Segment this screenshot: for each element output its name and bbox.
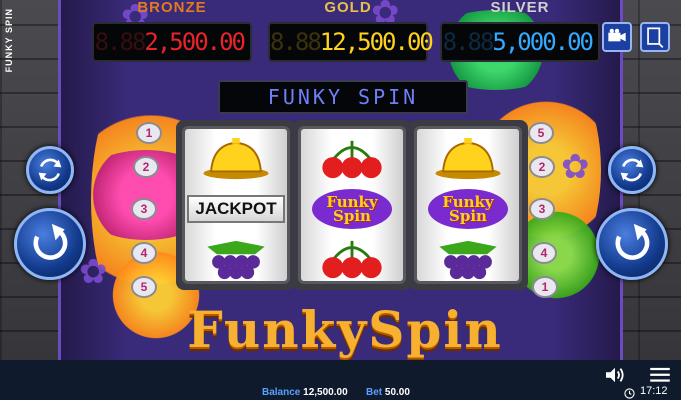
reel-2: Funky Spin <box>298 126 406 284</box>
video-camera-icon[interactable] <box>602 22 632 52</box>
spin-icon <box>615 223 650 260</box>
autoplay-button-right[interactable] <box>608 146 656 194</box>
ghost-digits: 8.88 <box>94 28 147 56</box>
payline-badge: 4 <box>531 242 557 264</box>
balance-value: 12,500.00 <box>303 387 348 398</box>
funky-spin-symbol: Funky Spin <box>417 183 519 235</box>
balance-display: Balance 12,500.00 <box>262 387 348 398</box>
balance-label: Balance <box>262 387 301 398</box>
payline-badge: 2 <box>133 156 159 178</box>
bell-symbol <box>417 133 519 185</box>
jackpot-label: GOLD <box>324 0 372 16</box>
title-display: FUNKY SPIN <box>218 80 468 114</box>
jackpot-display: 8.882,500.00 <box>92 22 252 62</box>
jackpot-silver: SILVER 8.885,000.00 <box>440 0 600 62</box>
jackpot-display: 8.8812,500.00 <box>268 22 434 62</box>
funky-spin-text: Funky Spin <box>428 189 508 229</box>
reel-1: JACKPOT <box>182 126 290 284</box>
ghost-digits: 8.88 <box>270 28 322 56</box>
bell-symbol <box>185 133 287 185</box>
bet-value: 50.00 <box>384 387 410 398</box>
spin-button-right[interactable] <box>596 208 668 280</box>
clock-icon <box>624 386 635 400</box>
payline-badge: 1 <box>532 276 558 298</box>
spin-button[interactable] <box>14 208 86 280</box>
settings-panel-icon[interactable] <box>640 22 670 52</box>
jackpot-value: 2,500.00 <box>144 28 246 56</box>
flower-icon: ✿ <box>561 148 590 186</box>
side-title: FUNKY SPIN <box>4 8 14 73</box>
jackpot-bronze: BRONZE 8.882,500.00 <box>92 0 252 62</box>
autoplay-icon <box>38 158 62 182</box>
payline-badge: 4 <box>131 242 157 264</box>
payline-badge: 2 <box>529 156 555 178</box>
grapes-symbol <box>185 233 287 281</box>
jackpot-label: BRONZE <box>137 0 207 16</box>
speaker-icon[interactable] <box>604 366 626 389</box>
autoplay-icon <box>620 158 644 182</box>
jackpot-text: JACKPOT <box>187 195 285 223</box>
flower-icon: ✿ <box>79 253 108 291</box>
payline-badge: 3 <box>529 198 555 220</box>
jackpot-value: 12,500.00 <box>319 28 434 56</box>
jackpot-label: SILVER <box>490 0 550 16</box>
reel-3: Funky Spin <box>414 126 522 284</box>
jackpot-gold: GOLD 8.8812,500.00 <box>268 0 434 62</box>
jackpot-display: 8.885,000.00 <box>440 22 600 62</box>
game-logo: FunkySpin <box>187 300 503 359</box>
funky-spin-text: Funky Spin <box>312 189 392 229</box>
game-stage: FUNKY SPIN ✿ ✿ ✿ ✿ BRONZE 8.882,500.00 G… <box>0 0 681 400</box>
payline-badge: 1 <box>136 122 162 144</box>
cherries-symbol <box>301 133 403 185</box>
payline-badge: 5 <box>131 276 157 298</box>
funky-spin-symbol: Funky Spin <box>301 183 403 235</box>
payline-badge: 3 <box>131 198 157 220</box>
ghost-digits: 8.88 <box>442 28 495 56</box>
clock-time: 17:12 <box>640 385 668 397</box>
cherries-symbol <box>301 233 403 281</box>
jackpot-symbol: JACKPOT <box>185 183 287 235</box>
autoplay-button[interactable] <box>26 146 74 194</box>
grapes-symbol <box>417 233 519 281</box>
bet-label: Bet <box>366 387 383 398</box>
bet-display: Bet 50.00 <box>366 387 410 398</box>
payline-badge: 5 <box>528 122 554 144</box>
spin-icon <box>33 223 68 260</box>
jackpot-value: 5,000.00 <box>492 28 594 56</box>
